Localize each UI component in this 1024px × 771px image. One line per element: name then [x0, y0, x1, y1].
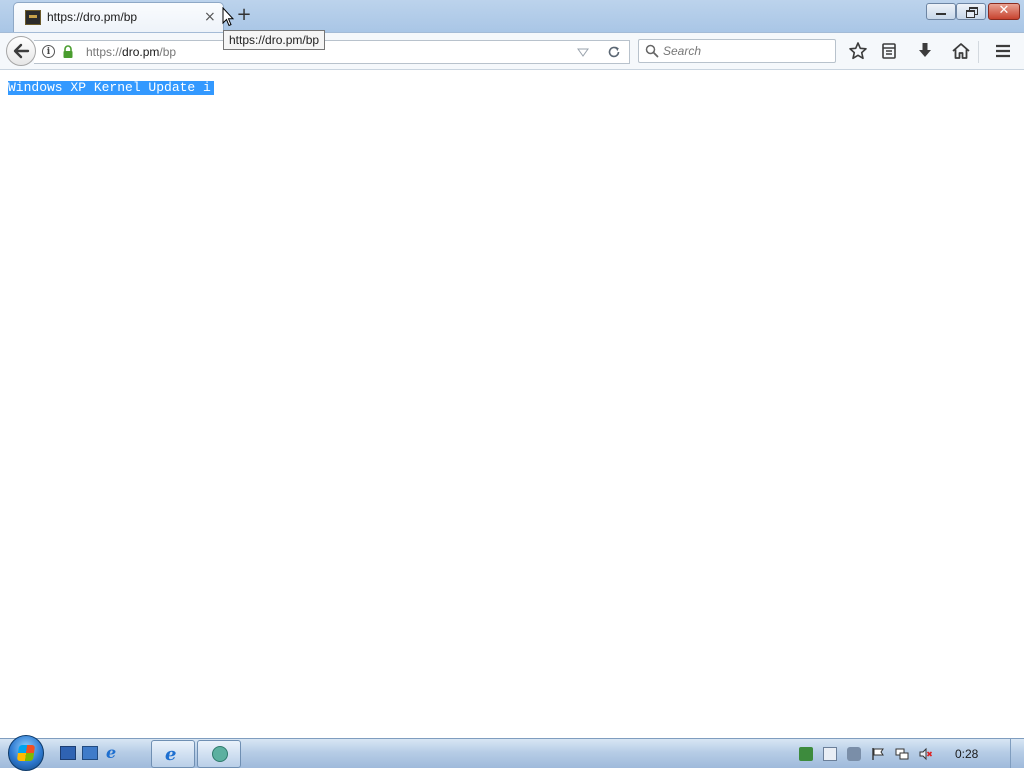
app-icon	[212, 746, 228, 762]
bookmark-star-icon[interactable]	[848, 41, 868, 61]
url-host: dro.pm	[122, 45, 160, 59]
url-bar[interactable]: i https://dro.pm/bp	[34, 40, 630, 64]
tray-update-icon[interactable]	[847, 747, 861, 761]
url-text[interactable]: https://dro.pm/bp	[86, 45, 176, 59]
info-icon[interactable]: i	[42, 45, 55, 58]
back-icon	[13, 43, 30, 59]
tray-document-icon[interactable]	[823, 747, 837, 761]
tab-close-icon[interactable]: ×	[204, 9, 216, 25]
tab-active[interactable]: https://dro.pm/bp ×	[13, 2, 224, 32]
taskbar-app-button[interactable]	[197, 740, 241, 768]
new-tab-button[interactable]: +	[235, 5, 253, 25]
clock[interactable]: 0:28	[955, 747, 978, 761]
tray-security-icon[interactable]	[799, 747, 813, 761]
navigation-toolbar: i https://dro.pm/bp	[0, 32, 1024, 70]
url-path: /bp	[159, 45, 177, 59]
volume-muted-icon[interactable]	[919, 747, 933, 761]
close-window-label: ✕	[998, 3, 1010, 18]
start-button[interactable]	[8, 735, 44, 771]
show-desktop-button[interactable]	[1010, 739, 1024, 768]
reload-icon[interactable]	[606, 44, 622, 60]
home-icon[interactable]	[951, 41, 971, 61]
search-input[interactable]	[663, 43, 831, 59]
back-button[interactable]	[6, 36, 36, 66]
lock-icon[interactable]	[62, 45, 74, 59]
close-window-button[interactable]: ✕	[988, 3, 1020, 20]
taskbar-ie-button[interactable]: e	[151, 740, 195, 768]
tab-title: https://dro.pm/bp	[47, 10, 138, 24]
toolbar-separator	[978, 41, 979, 63]
url-scheme: https://	[86, 45, 123, 59]
ie-icon: e	[165, 744, 177, 765]
selected-page-text[interactable]: Windows XP Kernel Update i	[8, 81, 214, 95]
search-bar[interactable]	[638, 39, 836, 63]
taskbar: e e 0:28	[0, 735, 1024, 771]
network-icon[interactable]	[895, 747, 909, 761]
restore-button[interactable]	[956, 3, 986, 20]
search-icon	[645, 44, 659, 58]
show-desktop-quicklaunch-icon[interactable]	[60, 746, 76, 760]
tab-tooltip: https://dro.pm/bp	[223, 30, 326, 50]
page-content: Windows XP Kernel Update i	[0, 70, 1024, 738]
download-icon[interactable]	[915, 41, 935, 61]
minimize-button[interactable]	[926, 3, 956, 20]
site-favicon-icon	[25, 10, 41, 25]
tab-strip: https://dro.pm/bp × + ✕	[0, 0, 1024, 32]
ie-quicklaunch-icon[interactable]: e	[106, 745, 122, 761]
action-center-flag-icon[interactable]	[871, 747, 885, 761]
explorer-quicklaunch-icon[interactable]	[82, 746, 98, 760]
mouse-cursor-icon	[222, 7, 234, 27]
library-icon[interactable]	[879, 41, 899, 61]
dropmarker-icon[interactable]	[577, 46, 589, 58]
menu-icon[interactable]	[993, 41, 1013, 61]
